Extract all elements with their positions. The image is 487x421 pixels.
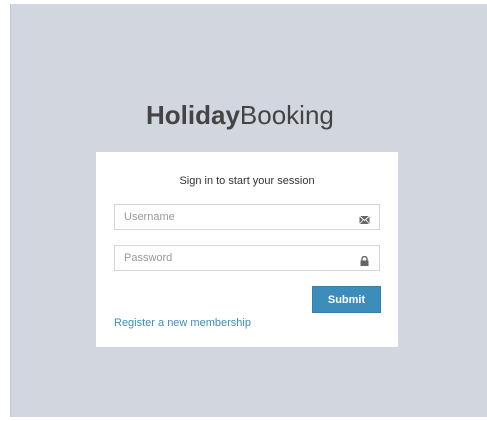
brand-logo-light: Booking — [239, 100, 334, 130]
brand-logo: HolidayBooking — [146, 100, 366, 130]
envelope-icon — [359, 212, 370, 225]
brand-logo-bold: Holiday — [146, 100, 240, 130]
submit-button[interactable]: Submit — [312, 286, 381, 313]
username-input[interactable] — [115, 205, 351, 229]
register-link[interactable]: Register a new membership — [114, 317, 251, 329]
login-page: HolidayBooking Sign in to start your ses… — [10, 4, 487, 417]
password-field — [114, 245, 380, 271]
password-input[interactable] — [115, 246, 351, 270]
login-box: Sign in to start your session Username S… — [96, 152, 398, 347]
username-field — [114, 204, 380, 230]
lock-icon — [359, 253, 370, 266]
login-box-message: Sign in to start your session — [179, 175, 315, 187]
